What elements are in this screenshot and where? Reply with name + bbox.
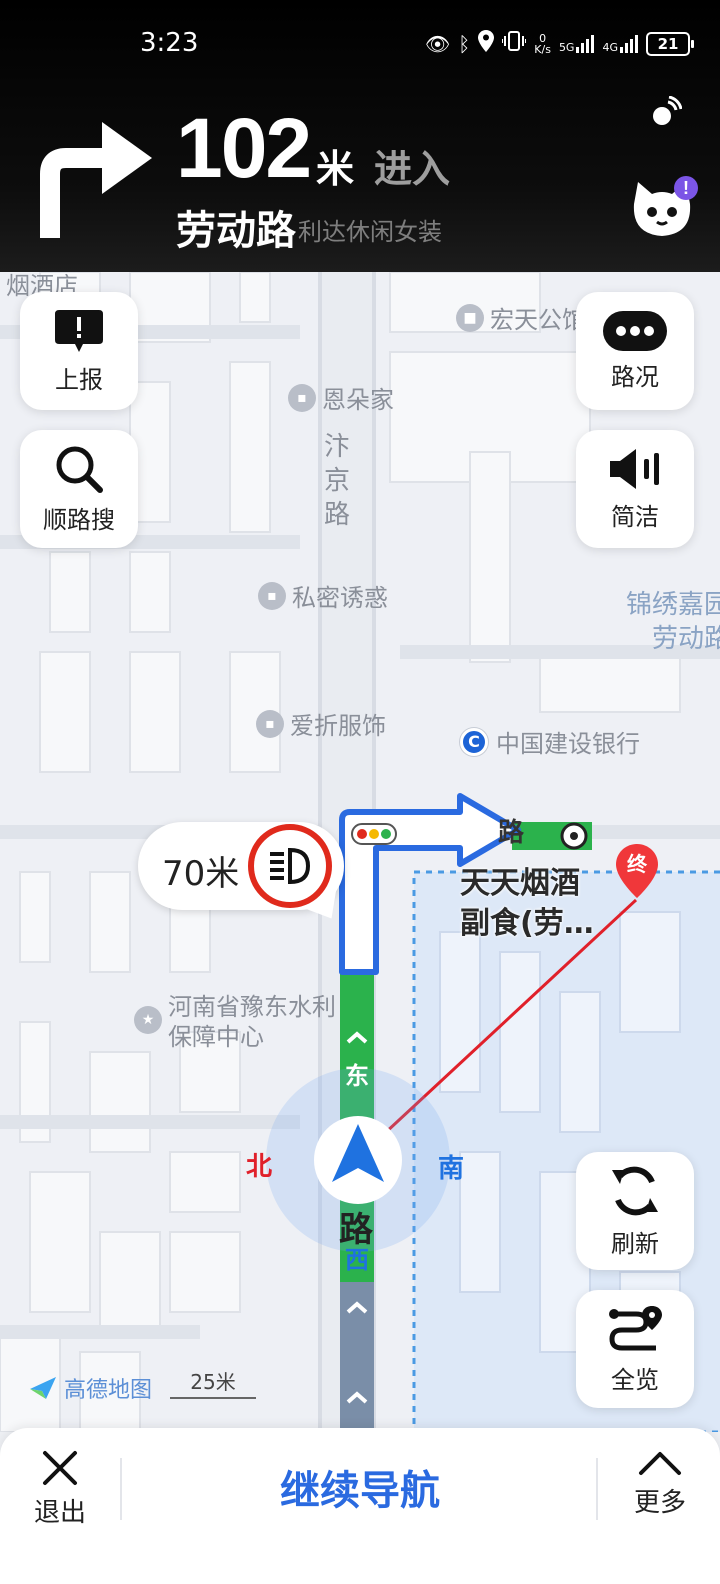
divider [596,1458,598,1520]
map-scale: 25米 [170,1366,256,1399]
refresh-button[interactable]: 刷新 [576,1152,694,1270]
overview-button[interactable]: 全览 [576,1290,694,1408]
bank-logo-icon: C [460,727,488,756]
camera-distance: 70米 [162,854,240,894]
poi-simiyouhuo[interactable]: ▪ 私密诱惑 [258,578,388,613]
route-overview-icon [609,1305,662,1350]
more-label: 更多 [633,1488,686,1518]
speed-camera-icon [248,824,332,908]
compass-south: 南 [438,1154,465,1184]
poi-aizhefushi[interactable]: ▪ 爱折服饰 [256,706,386,741]
signal-4g: 4G [602,34,638,54]
signal-bars-icon [620,34,638,53]
brand-label: 高德地图 [64,1378,153,1403]
route-label-west: 西 [345,1246,369,1274]
poi-label: 河南省豫东水利保障中心 [168,993,336,1051]
bottom-bar: 退出 继续导航 更多 [0,1428,720,1584]
shop-pin-icon: ▪ [256,709,284,738]
net-speed: 0 K/s [534,33,551,55]
gps-satellite-icon[interactable] [648,96,682,130]
background-shop-label: 利达休闲女装 [298,218,442,246]
area-label-jinxiu: 锦绣嘉园 劳动路 [590,588,720,656]
search-along-button[interactable]: 顺路搜 [20,430,138,548]
poi-label: 私密诱惑 [292,584,388,612]
poi-enduojia[interactable]: ▪ 恩朵家 [288,380,394,415]
area-line: 劳动路 [651,624,720,654]
status-icons: 👁 ᛒ 0 K/s 5G 4G 21 [424,30,694,57]
poi-hongtian[interactable]: ■ 宏天公馆 [456,300,586,335]
next-turn-distance: 102 [176,101,312,195]
traffic-label: 路况 [611,362,659,391]
road-char: 京 [323,466,350,496]
route-label-east: 东 [345,1062,369,1090]
compass-north: 北 [246,1152,273,1182]
building-pin-icon: ■ [456,303,484,332]
divider [120,1458,122,1520]
destination-line: 天天烟酒 [460,866,580,901]
bluetooth-icon: ᛒ [458,31,471,56]
navigation-screen: 3:23 👁 ᛒ 0 K/s 5G 4G 21 102 米 进入 利达休闲女装 劳… [0,0,720,1584]
continue-navigation-button[interactable]: 继续导航 [200,1458,520,1516]
voice-assistant-avatar[interactable]: ! [626,174,698,246]
search-along-label: 顺路搜 [43,505,115,534]
report-label: 上报 [55,365,103,394]
next-road-name: 劳动路 [176,208,296,254]
amap-brand: 高德地图 [28,1372,152,1404]
chevron-up-icon [639,1452,681,1475]
net-speed-unit: K/s [534,42,551,56]
status-time: 3:23 [140,28,199,58]
next-turn-distance-unit: 米 [316,147,355,191]
poi-bank[interactable]: C 中国建设银行 [460,724,640,759]
shop-pin-icon: ▪ [288,383,316,412]
speaker-icon [610,448,659,489]
destination-road-fragment: 路 [497,818,524,848]
refresh-label: 刷新 [611,1229,659,1258]
poi-label: 爱折服饰 [290,712,386,740]
poi-label: 恩朵家 [322,386,394,414]
signal-5g-label: 5G [558,40,575,54]
next-turn-action: 进入 [374,147,451,191]
traffic-button[interactable]: 路况 [576,292,694,410]
destination-label[interactable]: 天天烟酒 副食(劳… [460,864,594,944]
refresh-icon [612,1166,658,1215]
report-button[interactable]: 上报 [20,292,138,410]
destination-marker-icon[interactable]: 终 [616,844,658,898]
road-label-bianjing: 汴 京 路 [322,430,352,532]
area-line: 锦绣嘉园 [625,590,720,620]
signal-4g-label: 4G [602,40,618,54]
eye-comfort-icon: 👁 [424,31,451,56]
close-icon [43,1451,77,1485]
overview-label: 全览 [611,1365,659,1394]
signal-bars-icon [576,34,595,53]
more-dots-icon [603,310,667,351]
guidance-header: 3:23 👁 ᛒ 0 K/s 5G 4G 21 102 米 进入 利达休闲女装 劳… [0,0,720,272]
exit-label: 退出 [33,1498,86,1528]
speed-camera-callout: 70米 [138,822,348,928]
voice-mode-button[interactable]: 简洁 [576,430,694,548]
vibrate-icon [501,31,528,56]
poi-label: 中国建设银行 [496,730,640,758]
voice-mode-label: 简洁 [611,502,659,531]
search-icon [56,446,103,493]
signal-5g: 5G [558,34,595,54]
turn-right-icon [40,122,152,238]
more-button[interactable]: 更多 [624,1450,696,1519]
shop-pin-icon: ▪ [258,581,286,610]
poi-water-center[interactable]: ★ 河南省豫东水利保障中心 [134,992,338,1052]
star-pin-icon: ★ [134,1006,162,1034]
location-icon [478,30,495,57]
road-char: 路 [323,500,350,530]
assistant-cat-icon: ! [633,176,698,236]
amap-logo-icon [30,1377,56,1399]
svg-text:!: ! [683,178,689,198]
destination-line: 副食(劳… [460,906,594,941]
exit-button[interactable]: 退出 [24,1450,96,1529]
road-char: 汴 [323,432,350,462]
poi-label: 宏天公馆 [490,306,586,334]
report-icon [55,309,103,352]
battery-indicator: 21 [646,31,694,56]
destination-marker-text: 终 [627,852,648,876]
